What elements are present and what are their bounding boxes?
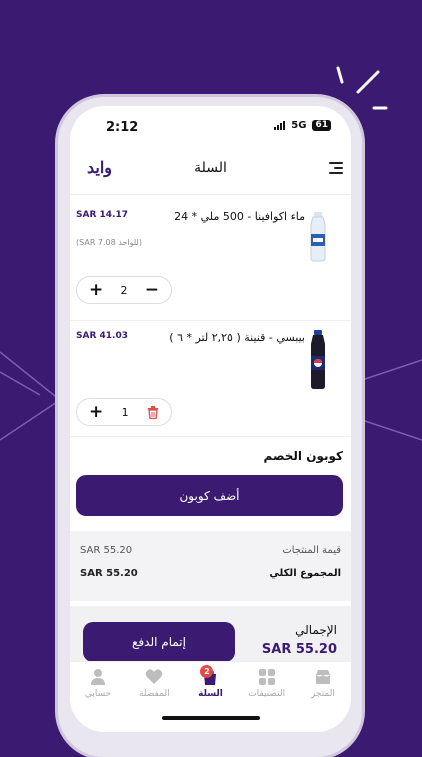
menu-icon[interactable] xyxy=(329,162,343,177)
tab-label: التصنيفات xyxy=(248,689,286,699)
item-name: بيبسي - قنينة ( ٢,٢٥ لتر * ٦ ) xyxy=(169,331,305,344)
increase-quantity-button[interactable]: + xyxy=(89,403,103,421)
page-title: السلة xyxy=(194,160,227,176)
tab-label: المتجر xyxy=(310,689,335,699)
coupon-title: كوبون الخصم xyxy=(263,449,343,463)
categories-icon xyxy=(258,669,275,685)
signal-icon xyxy=(274,121,286,130)
grand-total-label: الإجمالي xyxy=(295,623,337,637)
user-icon xyxy=(91,669,106,685)
item-quantity-stepper: + 1 xyxy=(76,398,172,426)
item-price: SAR 41.03 xyxy=(76,331,128,341)
status-time: 2:12 xyxy=(106,120,139,135)
total-label: المجموع الكلي xyxy=(269,568,341,579)
order-summary: SAR 55.20 قيمة المنتجات SAR 55.20 المجمو… xyxy=(70,531,351,601)
header-divider xyxy=(70,194,351,195)
item-quantity-stepper: + 2 − xyxy=(76,276,172,304)
total-value: SAR 55.20 xyxy=(80,568,138,579)
pepsi-bottle-icon xyxy=(311,330,325,389)
item-divider xyxy=(70,436,351,437)
delete-icon[interactable] xyxy=(147,405,159,419)
tab-label: حسابي xyxy=(84,689,112,699)
heart-icon xyxy=(145,669,163,684)
quantity-value: 1 xyxy=(121,405,129,419)
tab-favorites[interactable]: المفضلة xyxy=(126,662,182,712)
total-row: SAR 55.20 المجموع الكلي xyxy=(80,568,341,579)
products-value: SAR 55.20 xyxy=(80,545,133,556)
tab-cart[interactable]: 2 السلة xyxy=(182,662,238,712)
item-name: ماء اكوافينا - 500 ملي * 24 xyxy=(174,210,305,223)
products-value-row: SAR 55.20 قيمة المنتجات xyxy=(80,545,341,556)
quantity-value: 2 xyxy=(120,283,128,297)
item-divider xyxy=(70,320,351,321)
item-price: SAR 14.17 xyxy=(76,210,128,220)
add-coupon-button[interactable]: أضف كوبون xyxy=(76,475,343,516)
grand-total-value: SAR 55.20 xyxy=(261,642,337,657)
tab-categories[interactable]: التصنيفات xyxy=(239,662,295,712)
bottom-tab-bar: المتجر التصنيفات 2 السلة المفضلة حسابي xyxy=(70,661,351,712)
item-unit-price: (SAR 7.08 للواحد) xyxy=(76,238,142,247)
tab-label: المفضلة xyxy=(138,689,170,699)
store-icon xyxy=(315,670,330,684)
battery-icon: 61 xyxy=(312,120,331,131)
tab-label: السلة xyxy=(198,689,223,699)
home-indicator xyxy=(162,716,260,720)
checkout-button[interactable]: إتمام الدفع xyxy=(83,622,235,662)
products-value-label: قيمة المنتجات xyxy=(282,545,341,556)
decrease-quantity-button[interactable]: − xyxy=(145,281,159,299)
tab-store[interactable]: المتجر xyxy=(295,662,351,712)
app-screen: 2:12 5G 61 وايد السلة SAR 14.17 (SAR 7.0… xyxy=(70,106,351,732)
increase-quantity-button[interactable]: + xyxy=(89,281,103,299)
tab-account[interactable]: حسابي xyxy=(70,662,126,712)
status-bar-right: 5G 61 xyxy=(274,120,331,131)
water-bottle-icon xyxy=(310,212,326,262)
network-label: 5G xyxy=(291,120,307,131)
